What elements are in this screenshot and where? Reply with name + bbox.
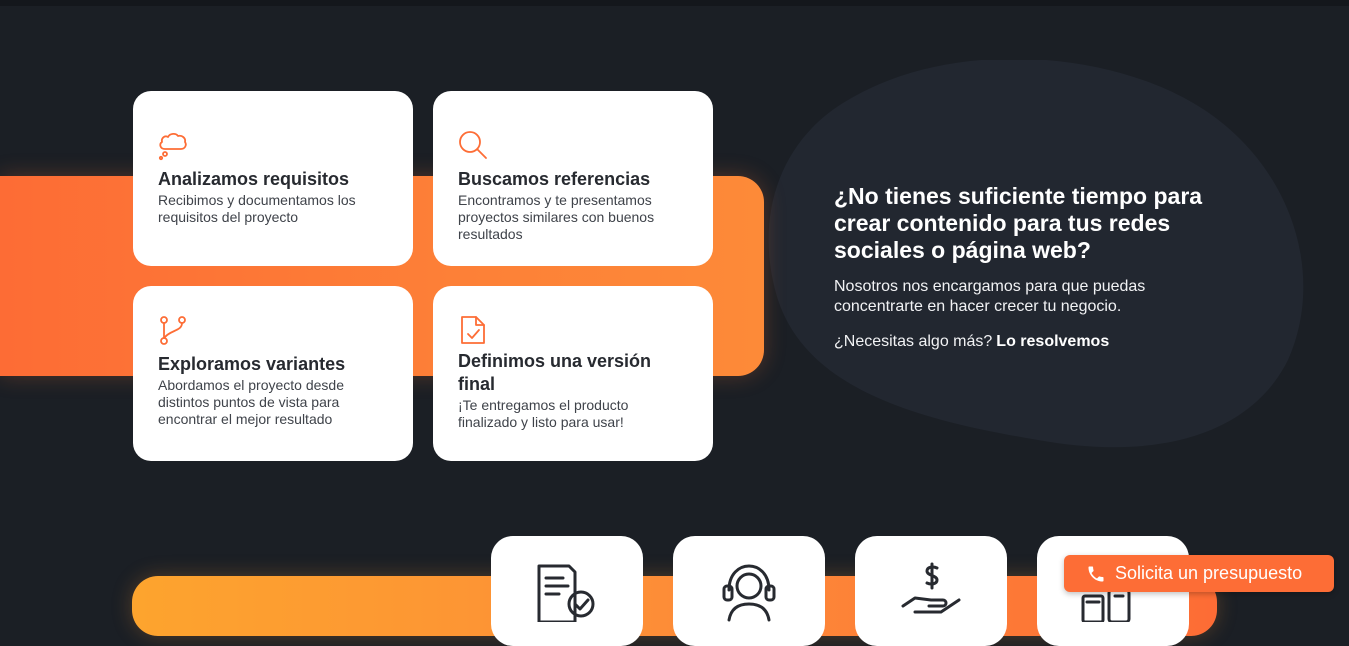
promo-question: ¿Necesitas algo más?	[834, 333, 993, 350]
service-card-support[interactable]	[673, 536, 825, 646]
card-description: Abordamos el proyecto desde distintos pu…	[158, 377, 344, 427]
process-card-variants: Exploramos variantes Abordamos el proyec…	[133, 286, 413, 461]
promo-section: ¿No tienes suficiente tiempo para crear …	[834, 183, 1254, 352]
phone-icon	[1086, 564, 1106, 584]
top-bar	[0, 0, 1349, 6]
process-card-requirements: Analizamos requisitos Recibimos y docume…	[133, 91, 413, 266]
process-card-references: Buscamos referencias Encontramos y te pr…	[433, 91, 713, 266]
card-description: ¡Te entregamos el producto finalizado y …	[458, 397, 629, 430]
request-quote-button[interactable]: Solicita un presupuesto	[1064, 555, 1334, 592]
support-agent-icon	[722, 564, 776, 622]
document-check-icon	[537, 564, 595, 622]
card-title: Analizamos requisitos	[158, 169, 350, 189]
card-description: Encontramos y te presentamos proyectos s…	[458, 192, 655, 242]
service-card-documents[interactable]	[491, 536, 643, 646]
promo-body: Nosotros nos encargamos para que puedas …	[834, 278, 1146, 315]
promo-more: ¿Necesitas algo más? Lo resolvemos	[834, 332, 1254, 352]
money-hand-icon	[901, 562, 961, 614]
document-check-icon	[457, 314, 489, 346]
process-card-final-version: Definimos una versión final ¡Te entregam…	[433, 286, 713, 461]
promo-heading: ¿No tienes suficiente tiempo para crear …	[834, 183, 1203, 263]
card-title: Buscamos referencias	[458, 169, 651, 189]
service-card-pricing[interactable]	[855, 536, 1007, 646]
card-description: Recibimos y documentamos los requisitos …	[158, 192, 356, 225]
branch-icon	[157, 314, 189, 346]
card-title: Definimos una versión final	[458, 351, 652, 394]
resolve-link[interactable]: Lo resolvemos	[996, 333, 1109, 350]
request-quote-label: Solicita un presupuesto	[1115, 563, 1303, 583]
thought-bubble-icon	[157, 129, 189, 161]
card-title: Exploramos variantes	[158, 354, 346, 374]
magnifier-icon	[457, 129, 489, 161]
